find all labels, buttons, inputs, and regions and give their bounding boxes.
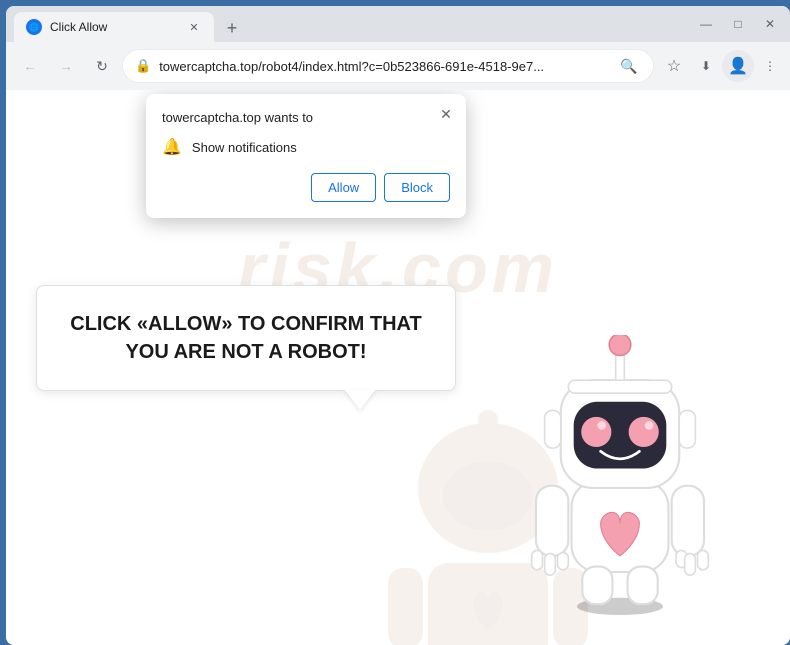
tab-strip: 🌐 Click Allow ✕ + <box>14 6 694 42</box>
bookmark-button[interactable]: ☆ <box>658 50 690 82</box>
reload-button[interactable]: ↻ <box>86 50 118 82</box>
browser-window: 🌐 Click Allow ✕ + — □ ✕ ← → ↻ 🔒 towercap… <box>6 6 790 645</box>
speech-bubble: CLICK «ALLOW» TO CONFIRM THAT YOU ARE NO… <box>36 285 456 391</box>
permission-label: Show notifications <box>192 140 297 155</box>
back-button[interactable]: ← <box>14 50 46 82</box>
popup-buttons: Allow Block <box>162 173 450 202</box>
allow-button[interactable]: Allow <box>311 173 376 202</box>
robot-svg <box>510 335 730 615</box>
bubble-text: CLICK «ALLOW» TO CONFIRM THAT YOU ARE NO… <box>67 310 425 366</box>
address-bar[interactable]: 🔒 towercaptcha.top/robot4/index.html?c=0… <box>122 49 654 83</box>
popup-close-button[interactable]: ✕ <box>436 104 456 124</box>
lock-icon: 🔒 <box>135 58 151 74</box>
title-bar: 🌐 Click Allow ✕ + — □ ✕ <box>6 6 790 42</box>
tab-close-button[interactable]: ✕ <box>186 19 202 35</box>
tab-favicon: 🌐 <box>26 19 42 35</box>
forward-button[interactable]: → <box>50 50 82 82</box>
popup-title: towercaptcha.top wants to <box>162 110 450 125</box>
content-area: risk.com ✕ towercaptcha.top wants to 🔔 S… <box>6 90 790 645</box>
maximize-button[interactable]: □ <box>726 12 750 36</box>
notification-popup: ✕ towercaptcha.top wants to 🔔 Show notif… <box>146 94 466 218</box>
robot-character <box>510 335 730 615</box>
menu-button[interactable]: ⋮ <box>758 54 782 78</box>
download-icon: ⬇ <box>694 54 718 78</box>
new-tab-button[interactable]: + <box>218 14 246 42</box>
block-button[interactable]: Block <box>384 173 450 202</box>
popup-permission: 🔔 Show notifications <box>162 137 450 157</box>
active-tab[interactable]: 🌐 Click Allow ✕ <box>14 12 214 42</box>
close-button[interactable]: ✕ <box>758 12 782 36</box>
search-icon: 🔍 <box>617 54 641 78</box>
tab-title: Click Allow <box>50 20 178 34</box>
url-text: towercaptcha.top/robot4/index.html?c=0b5… <box>159 59 609 74</box>
minimize-button[interactable]: — <box>694 12 718 36</box>
bell-icon: 🔔 <box>162 137 182 157</box>
window-controls: — □ ✕ <box>694 12 782 36</box>
navigation-bar: ← → ↻ 🔒 towercaptcha.top/robot4/index.ht… <box>6 42 790 90</box>
profile-button[interactable]: 👤 <box>722 50 754 82</box>
